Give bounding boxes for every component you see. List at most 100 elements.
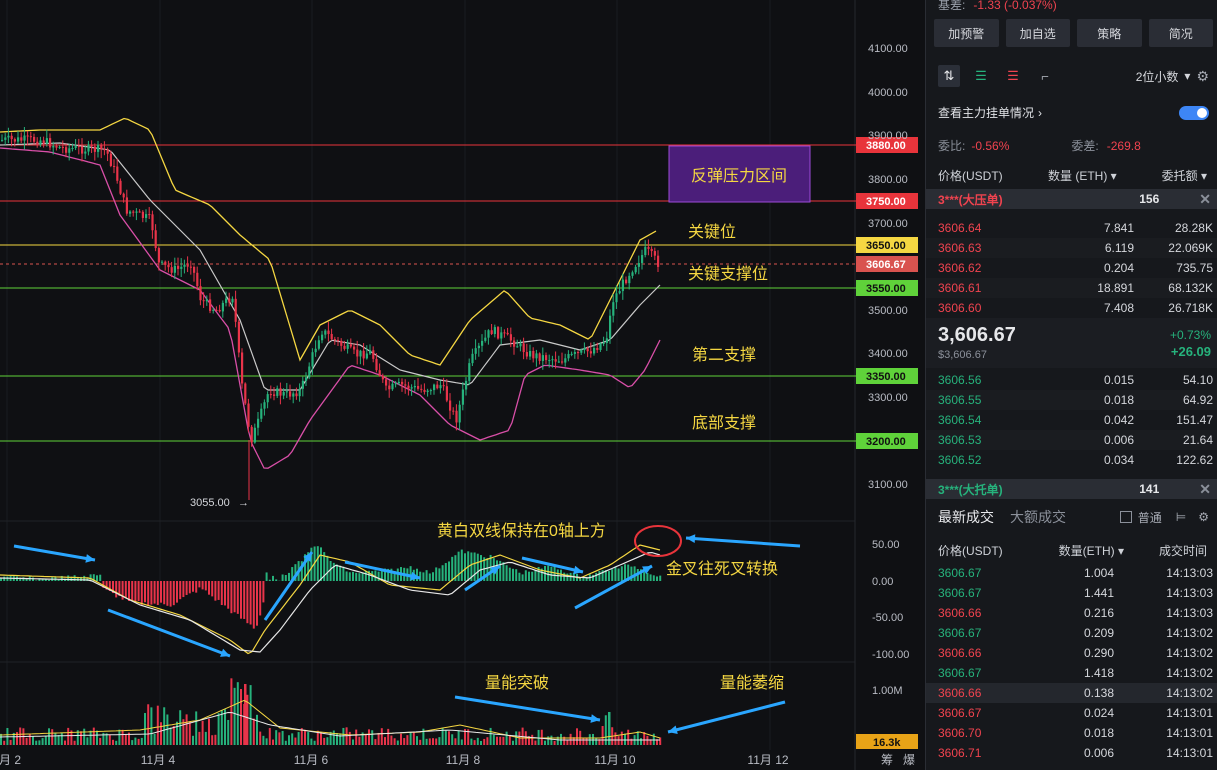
volume-bar [336,732,338,745]
volume-bar [348,731,351,745]
candle-body [42,140,45,144]
add-watchlist-button[interactable]: 加自选 [1005,19,1070,47]
row-price: 3606.54 [938,413,982,427]
orderbook-row[interactable]: 3606.54 0.042 151.47 [926,410,1217,430]
orderbook-bids-icon[interactable]: ☰ [970,65,992,87]
macd-bar [358,573,361,581]
close-icon[interactable]: ✕ [1199,481,1211,498]
trade-row[interactable]: 3606.70 0.018 14:13:01 [926,723,1217,743]
orderbook-row[interactable]: 3606.64 7.841 28.28K [926,218,1217,238]
volume-bar [227,719,230,745]
macd-bar [275,579,278,581]
volume-bar [342,727,345,745]
candle-body [84,151,87,154]
tab-large-trades[interactable]: 大额成交 [1010,507,1066,527]
normal-checkbox[interactable]: 普通 ⊨ ⚙ [1119,509,1209,526]
candle-body [273,394,276,396]
filter-icon[interactable]: ⊨ [1176,510,1186,524]
candle-body [516,346,519,348]
trade-row[interactable]: 3606.67 1.441 14:13:03 [926,583,1217,603]
candle-body [151,214,154,231]
candle-body [362,350,365,359]
basis-label: 基差: [938,0,966,12]
candle-body [401,381,404,385]
orderbook-row[interactable]: 3606.56 0.015 54.10 [926,370,1217,390]
volume-bar [640,738,642,745]
x-axis-label: 11月 8 [446,753,481,767]
candle-body [452,410,455,412]
volume-bar [636,731,639,745]
orderbook-row[interactable]: 3606.55 0.018 64.92 [926,390,1217,410]
macd-bar [172,581,175,606]
decimals-select[interactable]: 2位小数 ▾ ⚙ [1136,68,1209,85]
volume-bar [0,733,2,745]
volume-bar [278,732,281,745]
candle-body [567,354,570,359]
settings-icon[interactable]: ⚙ [1196,68,1209,85]
candle-body [439,385,442,389]
candle-body [164,261,167,265]
trade-row[interactable]: 3606.66 0.290 14:13:02 [926,643,1217,663]
volume-bar [489,727,492,745]
volume-bar [160,722,162,745]
orderbook-row[interactable]: 3606.60 7.408 26.718K [926,298,1217,318]
row-qty: 0.034 [1103,453,1134,467]
add-alert-button[interactable]: 加预警 [934,19,999,47]
orderbook-compact-icon[interactable]: ⌐ [1034,65,1056,87]
orderbook-row[interactable]: 3606.63 6.119 22.069K [926,238,1217,258]
close-icon[interactable]: ✕ [1199,191,1211,208]
orderbook-header: 价格(USDT) 数量 (ETH) ▾ 委托额 ▾ [938,167,1213,184]
big-buy-order-bar[interactable]: 3***(大托单) 141 ✕ [926,479,1217,499]
trade-row[interactable]: 3606.66 0.216 14:13:03 [926,603,1217,623]
macd-bar [204,581,207,591]
candle-body [260,408,263,419]
macd-bar [448,561,450,581]
macd-bar [457,551,460,581]
volume-bar [262,735,265,745]
candle-body [289,391,292,397]
volume-bar [310,738,313,745]
trade-row[interactable]: 3606.67 1.004 14:13:03 [926,563,1217,583]
orderbook-asks-icon[interactable]: ☰ [1002,65,1024,87]
macd-histogram [0,546,662,629]
volume-bar [390,735,393,745]
row-qty: 0.216 [1083,606,1114,620]
big-sell-order-bar[interactable]: 3***(大压单) 156 ✕ [926,189,1217,209]
tab-latest-trades[interactable]: 最新成交 [938,507,994,527]
macd-bar [201,581,204,590]
volume-bar [80,731,82,745]
macd-bar [160,581,162,603]
ob-header-qty[interactable]: 数量 (ETH) ▾ [1048,167,1144,184]
strategy-button[interactable]: 策略 [1077,19,1142,47]
volume-bar [188,721,191,745]
candle-body [202,300,205,302]
macd-bar [220,581,223,606]
main-orders-row[interactable]: 查看主力挂单情况 › [938,104,1209,121]
trade-row[interactable]: 3606.67 0.209 14:13:02 [926,623,1217,643]
candle-body [305,377,308,381]
row-qty: 1.441 [1083,586,1114,600]
orderbook-row[interactable]: 3606.62 0.204 735.75 [926,258,1217,278]
trade-row[interactable]: 3606.67 1.418 14:13:02 [926,663,1217,683]
row-total: 28.28K [1174,221,1213,235]
volume-bar [201,720,204,745]
trade-row[interactable]: 3606.67 0.024 14:13:01 [926,703,1217,723]
settings-icon[interactable]: ⚙ [1198,510,1209,524]
candlestick-chart-svg[interactable]: 3880.003750.003650.003606.673550.003350.… [0,0,925,770]
volume-bar [483,738,486,745]
row-total: 14:13:02 [1166,666,1213,680]
macd-bar [227,581,230,609]
trade-row[interactable]: 3606.71 0.006 14:13:01 [926,743,1217,763]
orderbook-row[interactable]: 3606.52 0.034 122.62 [926,450,1217,470]
orderbook-row[interactable]: 3606.53 0.006 21.64 [926,430,1217,450]
volume-bar [48,728,50,745]
trade-row[interactable]: 3606.66 0.138 14:13:02 [926,683,1217,703]
trades-header-qty[interactable]: 数量(ETH) ▾ [1048,542,1124,559]
volume-bar [3,740,6,745]
overview-button[interactable]: 简况 [1148,19,1213,47]
price-chart[interactable]: 3880.00 3750.00 3650.00 3606.67 3550.00 3350.… [0,0,925,770]
ob-header-total[interactable]: 委托额 ▾ [1144,167,1213,184]
main-orders-toggle[interactable] [1179,105,1209,120]
orderbook-row[interactable]: 3606.61 18.891 68.132K [926,278,1217,298]
orderbook-both-icon[interactable]: ⇅ [938,65,960,87]
